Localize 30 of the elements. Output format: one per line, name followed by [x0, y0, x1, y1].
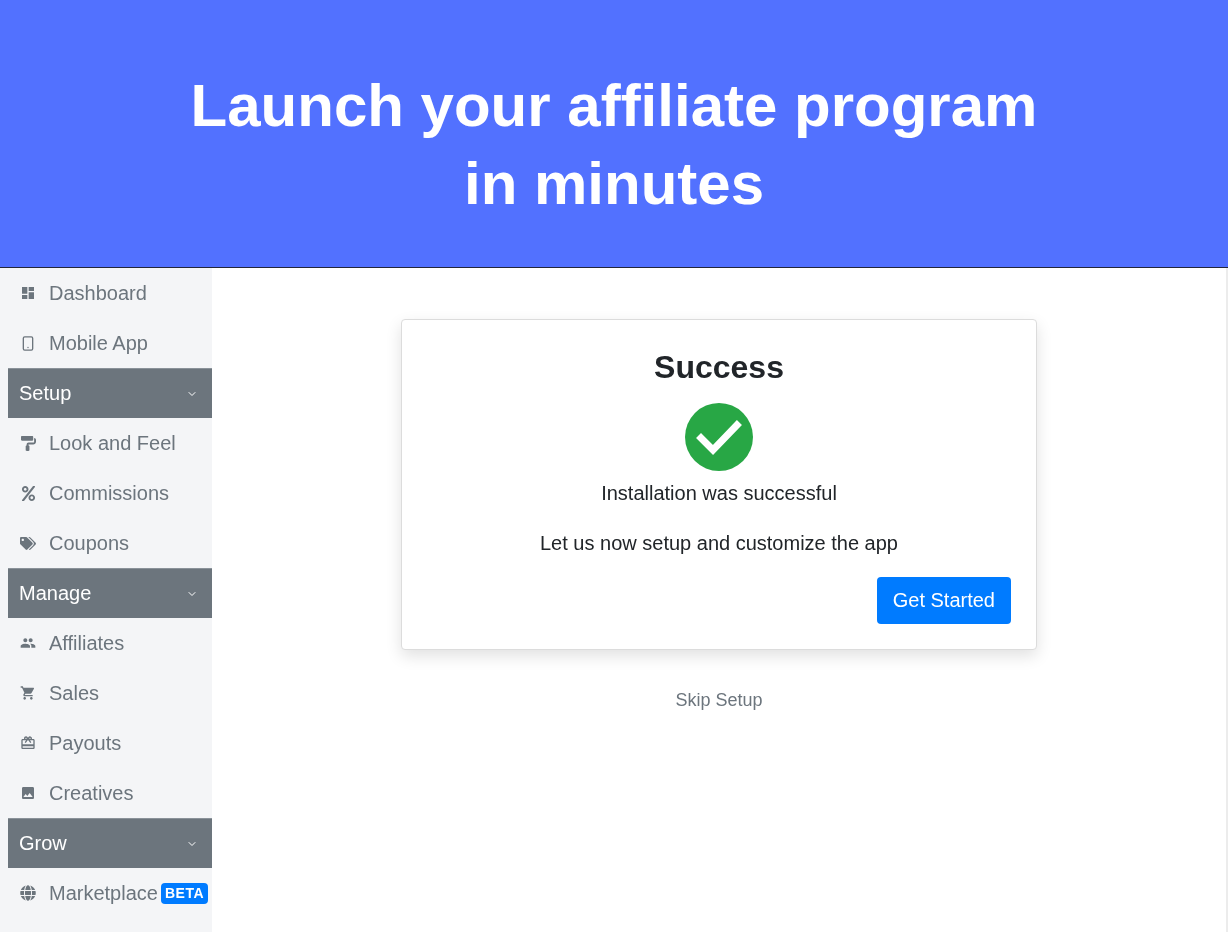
- beta-badge: BETA: [160, 882, 208, 904]
- success-message: Installation was successful: [601, 481, 837, 506]
- get-started-button[interactable]: Get Started: [876, 577, 1011, 624]
- phone-icon: [20, 334, 36, 352]
- sidebar-link[interactable]: Look and Feel: [0, 418, 212, 468]
- banner-headline: Launch your affiliate program in minutes: [189, 71, 1039, 219]
- check-circle-icon: [685, 403, 753, 471]
- cart-icon: [20, 684, 36, 702]
- gift-card-icon: [20, 734, 36, 752]
- section-header[interactable]: Manage: [8, 568, 212, 618]
- dashboard-icon: [20, 284, 36, 302]
- sidebar-link[interactable]: Affiliates: [0, 618, 212, 668]
- skip-setup-link[interactable]: Skip Setup: [675, 690, 763, 711]
- card-title: Success: [654, 348, 784, 386]
- globe-icon: [20, 885, 36, 901]
- sidebar-link[interactable]: Marketplace BETA: [0, 868, 212, 918]
- percent-icon: [20, 485, 36, 501]
- image-icon: [20, 784, 36, 802]
- section-header[interactable]: Setup: [8, 368, 212, 418]
- sidebar-link[interactable]: Creatives: [0, 768, 212, 818]
- setup-prompt: Let us now setup and customize the app: [540, 531, 898, 556]
- section-header[interactable]: Grow: [8, 818, 212, 868]
- sidebar-link[interactable]: Sales: [0, 668, 212, 718]
- sidebar-link[interactable]: Payouts: [0, 718, 212, 768]
- paint-roller-icon: [20, 435, 36, 451]
- sidebar-link[interactable]: Dashboard: [0, 268, 212, 318]
- sidebar-link[interactable]: Coupons: [0, 518, 212, 568]
- sidebar-link[interactable]: Mobile App: [0, 318, 212, 368]
- sidebar-link[interactable]: Commissions: [0, 468, 212, 518]
- tags-icon: [20, 534, 36, 552]
